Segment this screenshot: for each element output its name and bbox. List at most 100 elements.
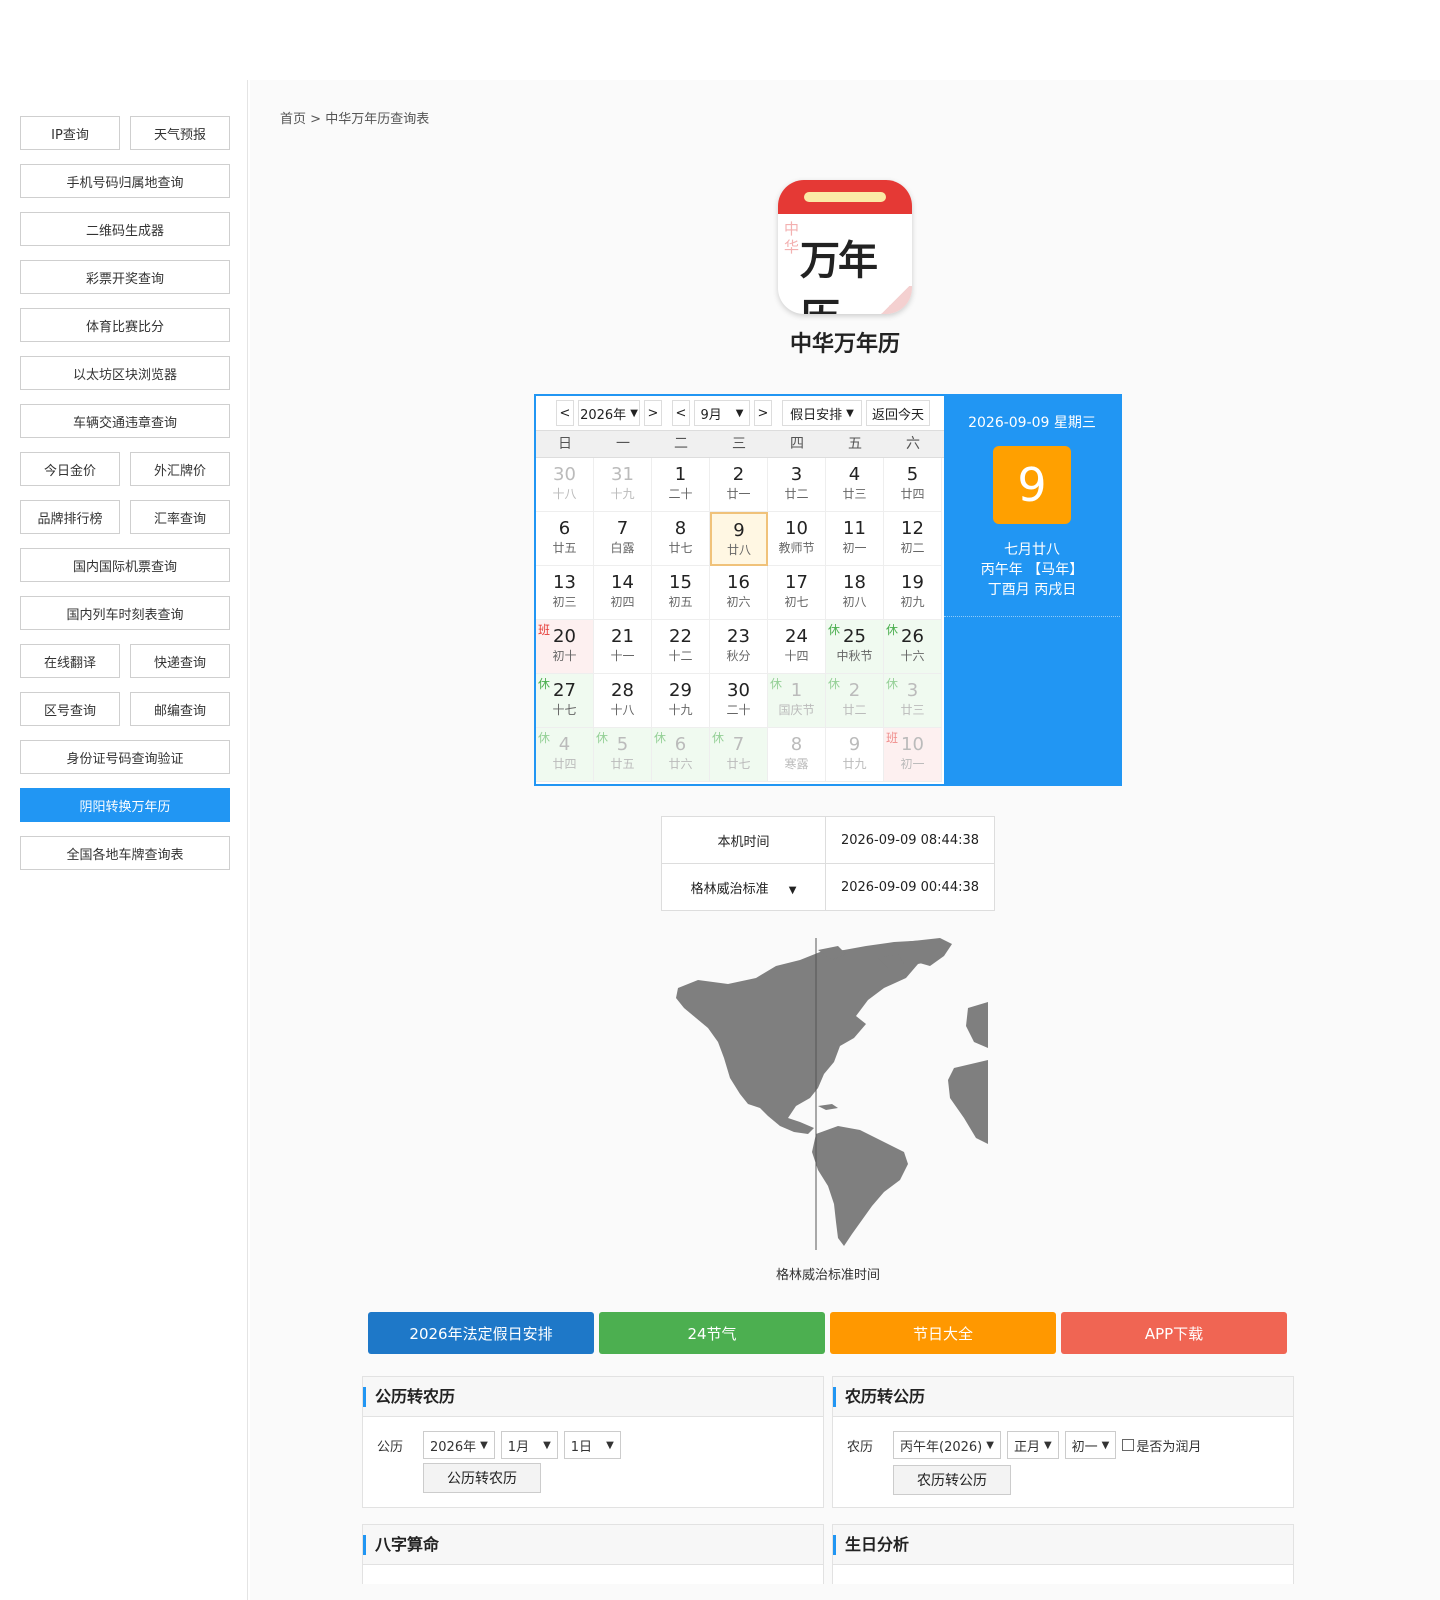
sidebar-row: 以太坊区块浏览器 — [20, 356, 230, 390]
leap-month-label: 是否为润月 — [1136, 1439, 1202, 1455]
quick-link-button[interactable]: 2026年法定假日安排 — [368, 1312, 594, 1354]
solar-day-select[interactable]: 1日 ▼ — [563, 1431, 621, 1459]
lunar-year-select[interactable]: 丙午年(2026) ▼ — [893, 1431, 1001, 1459]
panel-title: 农历转公历 — [833, 1377, 1293, 1417]
timezone-select[interactable]: 格林威治标准 ▼ — [661, 863, 826, 911]
calendar-day[interactable]: 14 初四 — [594, 566, 652, 620]
sidebar-item[interactable]: 汇率查询 — [130, 500, 230, 534]
calendar-day[interactable]: 31 十九 — [594, 458, 652, 512]
map-caption: 格林威治标准时间 — [775, 1268, 880, 1283]
calendar-day[interactable]: 13 初三 — [536, 566, 594, 620]
next-year-button[interactable]: > — [644, 400, 662, 426]
calendar-day[interactable]: 9 廿九 — [826, 728, 884, 782]
calendar-day[interactable]: 8 廿七 — [652, 512, 710, 566]
sidebar-item[interactable]: 区号查询 — [20, 692, 120, 726]
sidebar-row: 区号查询 邮编查询 — [20, 692, 230, 726]
calendar-day[interactable]: 15 初五 — [652, 566, 710, 620]
quick-link-button[interactable]: APP下载 — [1061, 1312, 1287, 1354]
sidebar-item[interactable]: 外汇牌价 — [130, 452, 230, 486]
day-lunar: 廿二 — [784, 487, 809, 501]
sidebar-item[interactable]: 国内列车时刻表查询 — [20, 596, 230, 630]
solar-label: 公历 — [377, 1439, 404, 1455]
day-lunar: 十六 — [900, 649, 925, 663]
sidebar-item[interactable]: 彩票开奖查询 — [20, 260, 230, 294]
calendar-day[interactable]: 班 20 初十 — [536, 620, 594, 674]
sidebar-item[interactable]: 手机号码归属地查询 — [20, 164, 230, 198]
lunar-info: 七月廿八 丙午年 【马年】 丁酉月 丙戌日 — [944, 540, 1120, 600]
holiday-select[interactable]: 假日安排 ▼ — [782, 400, 862, 426]
sidebar-item[interactable]: 以太坊区块浏览器 — [20, 356, 230, 390]
sidebar-item[interactable]: 天气预报 — [130, 116, 230, 150]
solar-to-lunar-button[interactable]: 公历转农历 — [423, 1463, 541, 1493]
calendar-day[interactable]: 休 27 十七 — [536, 674, 594, 728]
local-time-label: 本机时间 — [661, 816, 826, 864]
calendar-day[interactable]: 28 十八 — [594, 674, 652, 728]
calendar-day[interactable]: 9 廿八 — [710, 512, 768, 566]
calendar-day[interactable]: 10 教师节 — [768, 512, 826, 566]
calendar-day[interactable]: 休 7 廿七 — [710, 728, 768, 782]
month-select[interactable]: 9月 ▼ — [694, 400, 750, 426]
calendar-day[interactable]: 19 初九 — [884, 566, 942, 620]
solar-month-select[interactable]: 1月 ▼ — [500, 1431, 558, 1459]
calendar-day[interactable]: 休 4 廿四 — [536, 728, 594, 782]
prev-month-button[interactable]: < — [672, 400, 690, 426]
sidebar-item[interactable]: 全国各地车牌查询表 — [20, 836, 230, 870]
breadcrumb-home[interactable]: 首页 — [280, 112, 306, 127]
day-lunar: 十七 — [552, 703, 577, 717]
calendar-day[interactable]: 29 十九 — [652, 674, 710, 728]
day-number: 17 — [785, 572, 808, 593]
back-to-today-button[interactable]: 返回今天 — [866, 400, 930, 426]
calendar-day[interactable]: 休 26 十六 — [884, 620, 942, 674]
calendar-day[interactable]: 22 十二 — [652, 620, 710, 674]
sidebar-item[interactable]: 体育比赛比分 — [20, 308, 230, 342]
leap-month-checkbox[interactable] — [1122, 1439, 1135, 1451]
calendar-day[interactable]: 24 十四 — [768, 620, 826, 674]
sidebar-item[interactable]: 阴阳转换万年历 — [20, 788, 230, 822]
calendar-day[interactable]: 休 25 中秋节 — [826, 620, 884, 674]
sidebar-item[interactable]: 二维码生成器 — [20, 212, 230, 246]
sidebar-item[interactable]: 邮编查询 — [130, 692, 230, 726]
sidebar-item[interactable]: 品牌排行榜 — [20, 500, 120, 534]
solar-year-select[interactable]: 2026年 ▼ — [423, 1431, 495, 1459]
sidebar-item[interactable]: 在线翻译 — [20, 644, 120, 678]
calendar-day[interactable]: 4 廿三 — [826, 458, 884, 512]
sidebar-item[interactable]: 身份证号码查询验证 — [20, 740, 230, 774]
calendar-day[interactable]: 休 1 国庆节 — [768, 674, 826, 728]
year-select[interactable]: 2026年 ▼ — [578, 400, 640, 426]
calendar-day[interactable]: 16 初六 — [710, 566, 768, 620]
sidebar-item[interactable]: 今日金价 — [20, 452, 120, 486]
sidebar-item[interactable]: IP查询 — [20, 116, 120, 150]
quick-link-button[interactable]: 24节气 — [599, 1312, 825, 1354]
day-number: 7 — [616, 518, 629, 539]
sidebar-item[interactable]: 快递查询 — [130, 644, 230, 678]
calendar-day[interactable]: 2 廿一 — [710, 458, 768, 512]
calendar-day[interactable]: 5 廿四 — [884, 458, 942, 512]
calendar-day[interactable]: 休 2 廿二 — [826, 674, 884, 728]
calendar-day[interactable]: 30 十八 — [536, 458, 594, 512]
prev-year-button[interactable]: < — [556, 400, 574, 426]
lunar-month-select[interactable]: 正月 ▼ — [1006, 1431, 1059, 1459]
calendar-day[interactable]: 11 初一 — [826, 512, 884, 566]
calendar-day[interactable]: 21 十一 — [594, 620, 652, 674]
lunar-day-select[interactable]: 初一 ▼ — [1064, 1431, 1117, 1459]
calendar-day[interactable]: 23 秋分 — [710, 620, 768, 674]
sidebar-item[interactable]: 国内国际机票查询 — [20, 548, 230, 582]
lunar-to-solar-button[interactable]: 农历转公历 — [893, 1465, 1011, 1495]
next-month-button[interactable]: > — [754, 400, 772, 426]
calendar-day[interactable]: 3 廿二 — [768, 458, 826, 512]
calendar-day[interactable]: 休 6 廿六 — [652, 728, 710, 782]
calendar-day[interactable]: 30 二十 — [710, 674, 768, 728]
calendar-day[interactable]: 18 初八 — [826, 566, 884, 620]
calendar-day[interactable]: 8 寒露 — [768, 728, 826, 782]
sidebar-item[interactable]: 车辆交通违章查询 — [20, 404, 230, 438]
calendar-day[interactable]: 休 3 廿三 — [884, 674, 942, 728]
calendar-day[interactable]: 1 二十 — [652, 458, 710, 512]
calendar-day[interactable]: 6 廿五 — [536, 512, 594, 566]
calendar-day[interactable]: 12 初二 — [884, 512, 942, 566]
holiday-select-value: 假日安排 — [790, 407, 843, 423]
calendar-day[interactable]: 班 10 初一 — [884, 728, 942, 782]
quick-link-button[interactable]: 节日大全 — [830, 1312, 1056, 1354]
calendar-day[interactable]: 17 初七 — [768, 566, 826, 620]
calendar-day[interactable]: 7 白露 — [594, 512, 652, 566]
calendar-day[interactable]: 休 5 廿五 — [594, 728, 652, 782]
